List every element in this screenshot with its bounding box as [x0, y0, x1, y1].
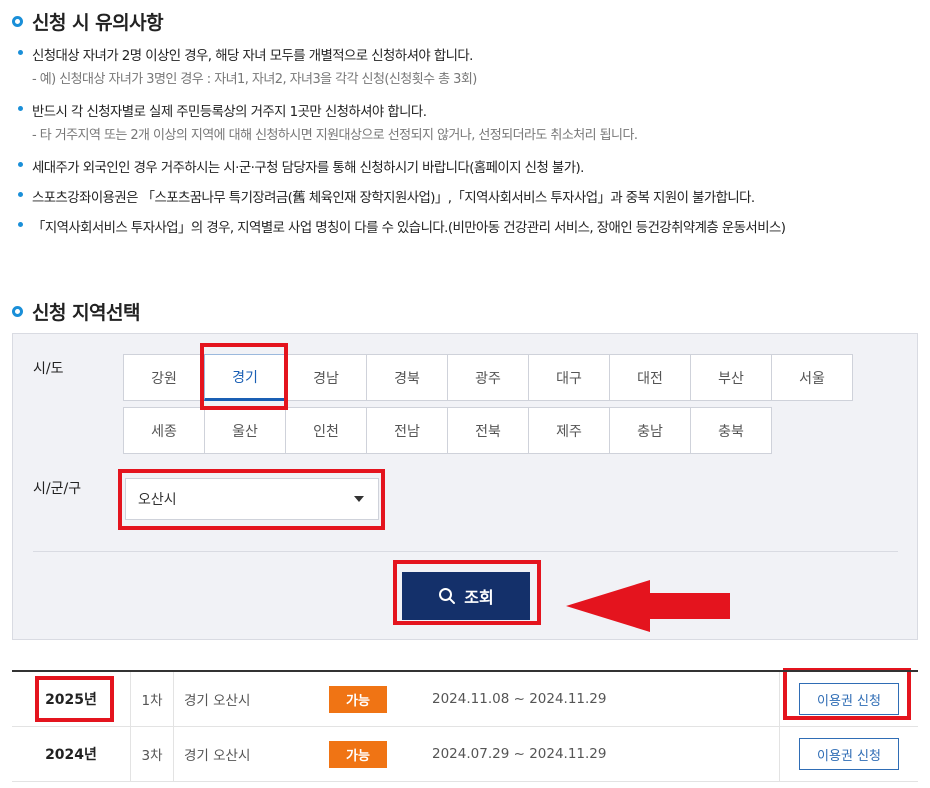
period-cell: 2024.11.08 ~ 2024.11.29 — [432, 691, 607, 707]
year-cell: 2025년 — [45, 692, 97, 708]
sido-gangwon[interactable]: 강원 — [123, 354, 205, 401]
notice-title-text: 신청 시 유의사항 — [32, 12, 164, 34]
sido-chungbuk[interactable]: 충북 — [690, 407, 772, 454]
sigungu-select-value: 오산시 — [138, 492, 177, 508]
sido-label: 시/도 — [33, 361, 64, 377]
notice-item: 세대주가 외국인인 경우 거주하시는 시·군·구청 담당자를 통해 신청하시기 … — [18, 156, 584, 176]
search-button-label: 조회 — [464, 588, 494, 607]
bullet-dot-icon — [18, 50, 23, 55]
action-cell: 이용권 신청 — [779, 672, 918, 726]
region-panel: 시/도 강원 경기 경남 경북 광주 대구 대전 부산 서울 세종 울산 인천 … — [12, 333, 918, 640]
sido-ulsan[interactable]: 울산 — [204, 407, 286, 454]
caret-down-icon — [354, 496, 364, 502]
search-icon — [439, 588, 456, 604]
notice-item: 신청대상 자녀가 2명 이상인 경우, 해당 자녀 모두를 개별적으로 신청하셔… — [18, 44, 477, 87]
table-row: 2024년 3차 경기 오산시 가능 2024.07.29 ~ 2024.11.… — [12, 727, 918, 782]
sido-gyeongnam[interactable]: 경남 — [285, 354, 367, 401]
region-cell: 경기 오산시 — [184, 748, 251, 764]
notice-item: 스포츠강좌이용권은 「스포츠꿈나무 특기장려금(舊 체육인재 장학지원사업)」,… — [18, 186, 755, 206]
status-cell: 가능 — [329, 727, 387, 781]
apply-voucher-button[interactable]: 이용권 신청 — [799, 738, 899, 770]
sido-chungnam[interactable]: 충남 — [609, 407, 691, 454]
notice-item-text: 반드시 각 신청자별로 실제 주민등록상의 거주지 1곳만 신청하셔야 합니다. — [32, 105, 427, 120]
sido-gwangju[interactable]: 광주 — [447, 354, 529, 401]
notice-item-text: 세대주가 외국인인 경우 거주하시는 시·군·구청 담당자를 통해 신청하시기 … — [32, 161, 584, 176]
round-cell: 1차 — [130, 672, 174, 726]
notice-item: 「지역사회서비스 투자사업」의 경우, 지역별로 사업 명칭이 다를 수 있습니… — [18, 216, 786, 236]
bullet-ring-icon — [12, 306, 23, 317]
bullet-dot-icon — [18, 106, 23, 111]
sido-busan[interactable]: 부산 — [690, 354, 772, 401]
sigungu-label: 시/군/구 — [33, 481, 82, 497]
status-badge: 가능 — [329, 740, 387, 768]
sido-jeonnam[interactable]: 전남 — [366, 407, 448, 454]
notice-item-text: 스포츠강좌이용권은 「스포츠꿈나무 특기장려금(舊 체육인재 장학지원사업)」,… — [32, 191, 755, 206]
sigungu-select[interactable]: 오산시 — [125, 478, 379, 520]
apply-voucher-button[interactable]: 이용권 신청 — [799, 683, 899, 715]
period-cell: 2024.07.29 ~ 2024.11.29 — [432, 746, 607, 762]
round-cell: 3차 — [130, 727, 174, 781]
results-table: 2025년 1차 경기 오산시 가능 2024.11.08 ~ 2024.11.… — [12, 670, 918, 782]
sido-gyeongbuk[interactable]: 경북 — [366, 354, 448, 401]
arrow-left-icon — [566, 580, 730, 632]
notice-item-text: 「지역사회서비스 투자사업」의 경우, 지역별로 사업 명칭이 다를 수 있습니… — [32, 221, 786, 236]
status-cell: 가능 — [329, 672, 387, 726]
sido-jeonbuk[interactable]: 전북 — [447, 407, 529, 454]
notice-title: 신청 시 유의사항 — [12, 8, 164, 35]
bullet-dot-icon — [18, 162, 23, 167]
bullet-dot-icon — [18, 222, 23, 227]
sido-daegu[interactable]: 대구 — [528, 354, 610, 401]
action-cell: 이용권 신청 — [779, 727, 918, 781]
region-cell: 경기 오산시 — [184, 693, 251, 709]
notice-item: 반드시 각 신청자별로 실제 주민등록상의 거주지 1곳만 신청하셔야 합니다.… — [18, 100, 638, 143]
notice-item-text: 신청대상 자녀가 2명 이상인 경우, 해당 자녀 모두를 개별적으로 신청하셔… — [32, 49, 473, 64]
table-row: 2025년 1차 경기 오산시 가능 2024.11.08 ~ 2024.11.… — [12, 672, 918, 727]
divider — [33, 551, 898, 552]
search-button[interactable]: 조회 — [402, 572, 530, 620]
sido-incheon[interactable]: 인천 — [285, 407, 367, 454]
bullet-dot-icon — [18, 192, 23, 197]
year-cell: 2024년 — [45, 747, 97, 763]
notice-item-sub: - 예) 신청대상 자녀가 3명인 경우 : 자녀1, 자녀2, 자녀3을 각각… — [32, 72, 477, 87]
region-title-text: 신청 지역선택 — [32, 302, 141, 324]
sido-sejong[interactable]: 세종 — [123, 407, 205, 454]
bullet-ring-icon — [12, 16, 23, 27]
sido-gyeonggi[interactable]: 경기 — [204, 354, 286, 401]
region-title: 신청 지역선택 — [12, 298, 141, 325]
sido-seoul[interactable]: 서울 — [771, 354, 853, 401]
sido-daejeon[interactable]: 대전 — [609, 354, 691, 401]
notice-item-sub: - 타 거주지역 또는 2개 이상의 지역에 대해 신청하시면 지원대상으로 선… — [32, 128, 638, 143]
sido-jeju[interactable]: 제주 — [528, 407, 610, 454]
status-badge: 가능 — [329, 685, 387, 713]
